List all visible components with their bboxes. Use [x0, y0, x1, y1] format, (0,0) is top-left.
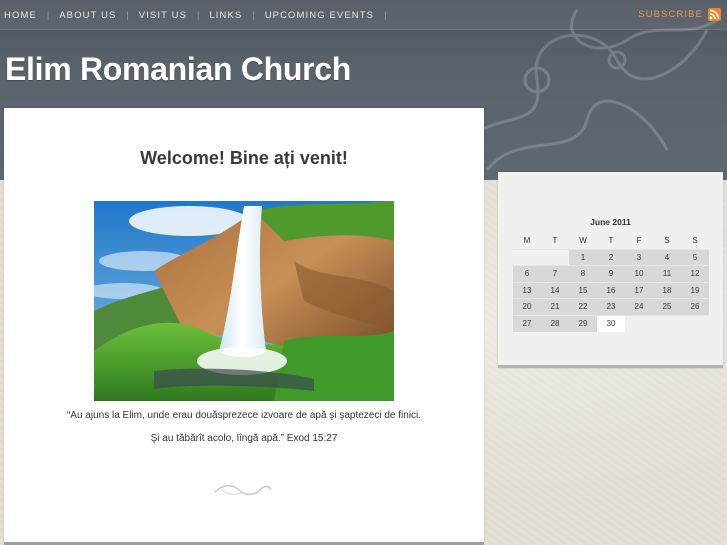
calendar-day[interactable]: 8 [569, 265, 597, 282]
calendar-weekday: T [552, 236, 558, 246]
calendar-week-row: 12345 [513, 248, 709, 266]
calendar-day[interactable]: 18 [653, 281, 681, 299]
sidebar-bottom-bar [498, 365, 723, 368]
site-title[interactable]: Elim Romanian Church [5, 51, 351, 88]
calendar-day[interactable]: 1 [569, 248, 597, 266]
nav-links-page[interactable]: LINKS [209, 10, 242, 21]
calendar-day[interactable]: 21 [541, 298, 569, 315]
calendar-day[interactable]: 16 [597, 281, 625, 299]
nav-separator: | [126, 10, 129, 20]
calendar-empty-cell [681, 314, 709, 332]
calendar-day[interactable]: 29 [569, 314, 597, 332]
calendar-empty-cell [653, 314, 681, 332]
calendar-day[interactable]: 15 [569, 281, 597, 299]
calendar-day-today[interactable]: 30 [597, 314, 625, 332]
calendar-empty-cell [513, 248, 541, 266]
nav-separator: | [384, 10, 387, 20]
calendar-day[interactable]: 26 [681, 298, 709, 315]
nav-about-us[interactable]: ABOUT US [59, 10, 116, 21]
calendar-empty-cell [541, 248, 569, 266]
nav-links: HOME | ABOUT US | VISIT US | LINKS | UPC… [4, 0, 396, 30]
nav-separator: | [252, 10, 255, 20]
calendar-day[interactable]: 12 [681, 265, 709, 282]
calendar-weekday: M [523, 236, 531, 246]
quote-line-1: “Au ajuns la Elim, unde erau douăsprezec… [66, 410, 422, 421]
calendar-day[interactable]: 2 [597, 248, 625, 266]
calendar-weekday: T [608, 236, 614, 246]
calendar-grid: MTWTFSS 1 2 3 4 5 6 7 8 9 10 11 12 13 14 15 16 17 18 19 20 2… [513, 233, 709, 332]
calendar-month-title: June 2011 [590, 217, 631, 227]
calendar-day[interactable]: 20 [513, 298, 541, 315]
calendar-day[interactable]: 28 [541, 314, 569, 332]
calendar-weekday: S [664, 236, 670, 246]
calendar-day[interactable]: 5 [681, 248, 709, 266]
calendar-day[interactable]: 3 [625, 248, 653, 266]
calendar-day[interactable]: 17 [625, 281, 653, 299]
calendar-week-row: 6 7 8 9 10 11 12 [513, 265, 709, 282]
calendar-day[interactable]: 6 [513, 265, 541, 282]
calendar-day[interactable]: 11 [653, 265, 681, 282]
calendar-day[interactable]: 22 [569, 298, 597, 315]
nav-home[interactable]: HOME [4, 10, 37, 21]
calendar-week-row: 27 28 29 30 [513, 314, 709, 332]
calendar-weekday: S [692, 236, 698, 246]
calendar-day[interactable]: 24 [625, 298, 653, 315]
calendar-weekday: F [636, 236, 642, 246]
rss-icon[interactable] [708, 8, 721, 21]
nav-separator: | [46, 10, 50, 20]
waterfall-photo [94, 201, 394, 401]
calendar-day[interactable]: 25 [653, 298, 681, 315]
calendar-week-row: 20 21 22 23 24 25 26 [513, 298, 709, 315]
nav-upcoming-events[interactable]: UPCOMING EVENTS [265, 10, 374, 21]
calendar-day[interactable]: 7 [541, 265, 569, 282]
calendar-day[interactable]: 27 [513, 314, 541, 332]
calendar-empty-cell [625, 314, 653, 332]
calendar-day[interactable]: 10 [625, 265, 653, 282]
calendar-day[interactable]: 14 [541, 281, 569, 299]
nav-separator: | [197, 10, 200, 20]
quote-line-2: Şi au tăbărît acolo, lîngă apă.” Exod 15… [150, 433, 338, 444]
calendar-day[interactable]: 4 [653, 248, 681, 266]
calendar-day[interactable]: 13 [513, 281, 541, 299]
nav-visit-us[interactable]: VISIT US [139, 10, 187, 21]
subscribe-link[interactable]: SUBSCRIBE [638, 8, 721, 21]
main-content: Welcome! Bine ați venit! “Au ajuns la El… [4, 108, 484, 545]
sidebar-calendar-widget: June 2011 MTWTFSS 1 2 3 4 5 6 7 8 9 10 11 12 13 14 15 1… [498, 172, 723, 368]
calendar-day[interactable]: 9 [597, 265, 625, 282]
top-nav: HOME | ABOUT US | VISIT US | LINKS | UPC… [0, 0, 727, 30]
calendar-day[interactable]: 23 [597, 298, 625, 315]
welcome-heading: Welcome! Bine ați venit! [140, 148, 348, 168]
calendar-weekday: W [579, 236, 587, 246]
calendar-week-row: 13 14 15 16 17 18 19 [513, 281, 709, 299]
calendar-day[interactable]: 19 [681, 281, 709, 299]
calendar-weekday-row: MTWTFSS [513, 233, 709, 249]
subscribe-label: SUBSCRIBE [638, 9, 703, 20]
flourish-ornament [214, 485, 272, 496]
